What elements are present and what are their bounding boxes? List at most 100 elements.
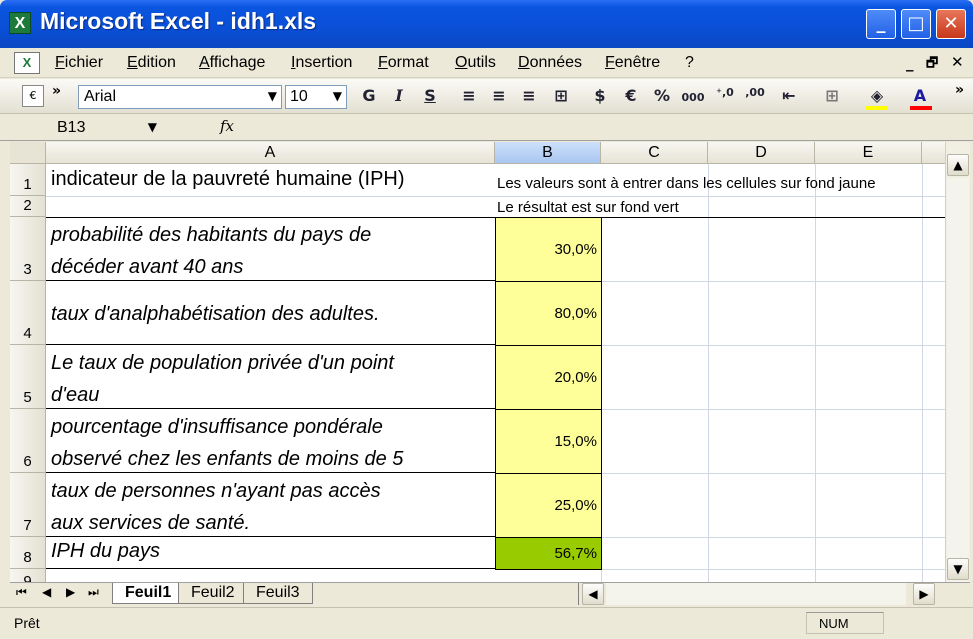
cell-a7[interactable]: taux de personnes n'ayant pas accès aux …: [46, 473, 495, 537]
spreadsheet-grid[interactable]: A B C D E 1 2 3 4 5 6 7 8 9 indicateur d…: [10, 142, 945, 582]
gridline: [601, 409, 945, 410]
menu-insertion[interactable]: Insertion: [291, 54, 352, 72]
chevron-more-icon[interactable]: »: [52, 83, 61, 99]
row-number: 5: [23, 389, 32, 406]
doc-minimize-icon[interactable]: _: [906, 54, 914, 72]
close-button[interactable]: ✕: [936, 9, 966, 39]
minimize-button[interactable]: _: [866, 9, 896, 39]
row-header[interactable]: 4: [10, 281, 46, 345]
cell-text-line: d'eau: [51, 384, 100, 406]
percent-button[interactable]: %: [651, 86, 673, 105]
cell-a3[interactable]: probabilité des habitants du pays de déc…: [46, 217, 495, 281]
align-right-icon[interactable]: ≡: [518, 86, 540, 105]
row-header[interactable]: 5: [10, 345, 46, 409]
currency-icon[interactable]: $: [589, 86, 611, 105]
workbook-icon[interactable]: X: [14, 52, 40, 74]
increase-decimal-icon[interactable]: ⁺,0: [713, 86, 737, 99]
cell-b3-input[interactable]: 30,0%: [495, 217, 602, 282]
column-header-b[interactable]: B: [495, 142, 601, 164]
row-number: 1: [23, 176, 32, 193]
cell-b7-input[interactable]: 25,0%: [495, 473, 602, 538]
font-name-select[interactable]: Arial ▼: [78, 85, 282, 109]
borders-icon[interactable]: ⊞: [822, 86, 842, 105]
doc-restore-icon[interactable]: 🗗: [926, 54, 938, 76]
scroll-track[interactable]: [947, 178, 969, 584]
cell-b2-note[interactable]: Le résultat est sur fond vert: [497, 199, 679, 216]
row-header[interactable]: 8: [10, 537, 46, 569]
status-text: Prêt: [14, 615, 40, 631]
row-header[interactable]: 9: [10, 569, 46, 582]
cell-b5-input[interactable]: 20,0%: [495, 345, 602, 410]
menu-fichier[interactable]: Fichier: [55, 54, 103, 72]
scroll-up-icon[interactable]: ▲: [947, 154, 969, 176]
horizontal-scroll-track[interactable]: [606, 583, 906, 605]
formula-input[interactable]: [245, 117, 965, 139]
cell-b4-input[interactable]: 80,0%: [495, 281, 602, 346]
chevron-more-icon[interactable]: »: [955, 82, 964, 98]
row-header[interactable]: 3: [10, 217, 46, 281]
vertical-scrollbar[interactable]: ▲ ▼: [945, 142, 970, 584]
decrease-decimal-icon[interactable]: ,00: [743, 86, 767, 99]
row-header[interactable]: 2: [10, 196, 46, 217]
column-header-f[interactable]: [922, 142, 945, 164]
select-all-corner[interactable]: [10, 142, 46, 164]
scroll-down-icon[interactable]: ▼: [947, 558, 969, 580]
excel-app-icon[interactable]: X: [9, 12, 31, 34]
menu-format[interactable]: Format: [378, 54, 429, 72]
align-center-icon[interactable]: ≡: [488, 86, 510, 105]
cell-b8-result[interactable]: 56,7%: [495, 537, 602, 570]
cell-a4[interactable]: taux d'analphabétisation des adultes.: [46, 281, 495, 345]
first-sheet-icon[interactable]: ⏮: [16, 585, 27, 600]
doc-close-icon[interactable]: ✕: [951, 53, 964, 71]
maximize-button[interactable]: □: [901, 9, 931, 39]
menu-edition[interactable]: Edition: [127, 54, 176, 72]
cell-text-line: aux services de santé.: [51, 512, 250, 534]
cell-a8[interactable]: IPH du pays: [46, 537, 495, 569]
last-sheet-icon[interactable]: ⏭: [88, 585, 99, 600]
scroll-right-icon[interactable]: ▶: [913, 583, 935, 605]
row-header[interactable]: 6: [10, 409, 46, 473]
column-header-c[interactable]: C: [601, 142, 708, 164]
row-header[interactable]: 7: [10, 473, 46, 537]
function-icon[interactable]: fx: [220, 117, 234, 135]
sheet-tab-feuil3[interactable]: Feuil3: [243, 583, 313, 604]
scroll-left-icon[interactable]: ◀: [582, 583, 604, 605]
cell-a5[interactable]: Le taux de population privée d'un point …: [46, 345, 495, 409]
italic-button[interactable]: I: [390, 86, 408, 105]
font-size-select[interactable]: 10 ▼: [285, 85, 347, 109]
name-box[interactable]: B13 ▼: [55, 117, 165, 139]
gridline: [601, 281, 945, 282]
chevron-down-icon[interactable]: ▼: [268, 89, 277, 103]
chevron-down-icon[interactable]: ▼: [333, 89, 342, 103]
toolbar-options-icon[interactable]: €: [22, 85, 44, 107]
thousands-button[interactable]: 000: [680, 91, 706, 104]
column-header-e[interactable]: E: [815, 142, 922, 164]
menu-affichage[interactable]: Affichage: [199, 54, 265, 72]
decrease-indent-icon[interactable]: ⇤: [778, 86, 800, 105]
menu-outils[interactable]: Outils: [455, 54, 496, 72]
column-header-a[interactable]: A: [46, 142, 495, 164]
cell-text-line: probabilité des habitants du pays de: [51, 224, 372, 246]
cell-b1-note[interactable]: Les valeurs sont à entrer dans les cellu…: [497, 175, 876, 192]
sheet-tab-feuil1[interactable]: Feuil1: [112, 583, 185, 604]
underline-button[interactable]: S: [421, 86, 439, 105]
menu-help[interactable]: ?: [685, 54, 694, 72]
merge-center-icon[interactable]: ⊞: [549, 86, 573, 105]
menu-donnees[interactable]: Données: [518, 54, 582, 72]
gridline: [708, 164, 709, 582]
cell-b6-input[interactable]: 15,0%: [495, 409, 602, 474]
sheet-tab-feuil2[interactable]: Feuil2: [178, 583, 248, 604]
prev-sheet-icon[interactable]: ◀: [42, 585, 51, 599]
font-color-button[interactable]: A: [910, 86, 930, 105]
column-header-d[interactable]: D: [708, 142, 815, 164]
euro-button[interactable]: €: [620, 86, 642, 105]
row-header[interactable]: 1: [10, 164, 46, 196]
next-sheet-icon[interactable]: ▶: [66, 585, 75, 599]
align-left-icon[interactable]: ≡: [458, 86, 480, 105]
menu-fenetre[interactable]: Fenêtre: [605, 54, 660, 72]
cell-a1-title[interactable]: indicateur de la pauvreté humaine (IPH): [51, 168, 405, 191]
cell-a6[interactable]: pourcentage d'insuffisance pondérale obs…: [46, 409, 495, 473]
fill-color-icon[interactable]: ◈: [866, 86, 888, 105]
chevron-down-icon[interactable]: ▼: [148, 120, 157, 134]
bold-button[interactable]: G: [360, 86, 378, 105]
